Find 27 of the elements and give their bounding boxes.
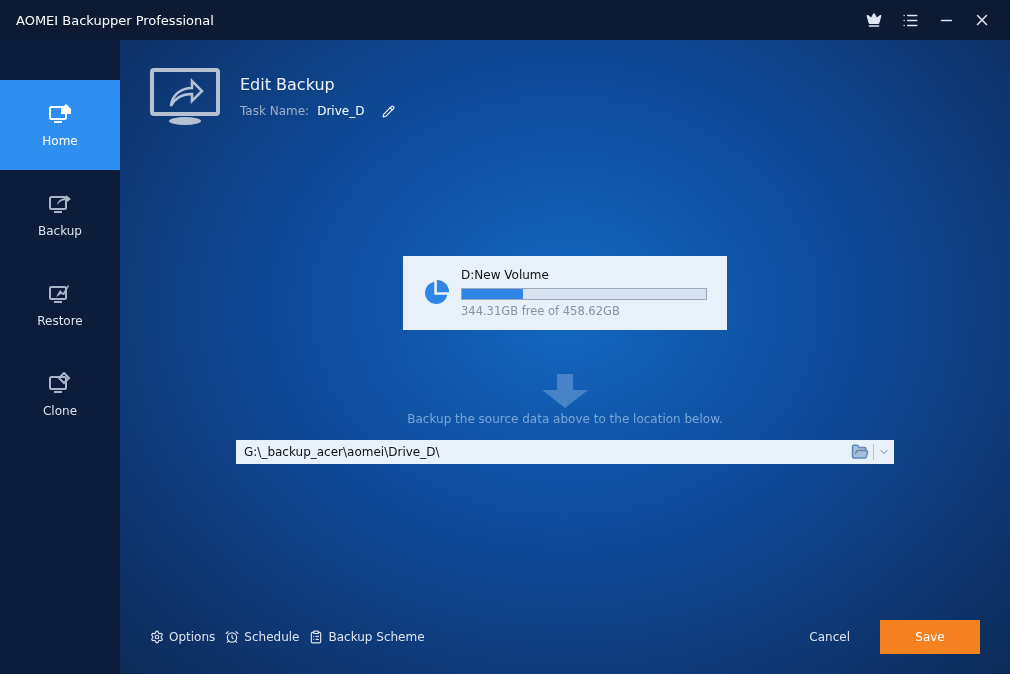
source-volume-card[interactable]: D:New Volume 344.31GB free of 458.62GB <box>403 256 727 330</box>
hint-text: Backup the source data above to the location below. <box>407 412 723 426</box>
clipboard-icon <box>309 630 324 644</box>
capacity-text: 344.31GB free of 458.62GB <box>461 304 621 318</box>
monitor-house-icon <box>48 102 72 126</box>
task-name-label: Task Name: <box>240 104 310 118</box>
sidebar-item[interactable]: Restore <box>0 260 120 350</box>
gear-icon <box>150 630 164 644</box>
options-link[interactable]: Options <box>150 630 216 644</box>
sidebar-item[interactable]: Clone <box>0 350 120 440</box>
pencil-icon[interactable] <box>382 104 396 118</box>
sidebar-item[interactable]: Backup <box>0 170 120 260</box>
scheme-link[interactable]: Backup Scheme <box>309 630 425 644</box>
destination-path-combo[interactable]: G:\_backup_acer\aomei\Drive_D\ <box>236 440 894 464</box>
monitor-arrow-icon <box>48 192 72 216</box>
alarm-clock-icon <box>225 630 240 644</box>
monitor-pen-icon <box>48 282 72 306</box>
task-name: Drive_D <box>317 104 365 118</box>
page-title: Edit Backup <box>240 75 336 94</box>
monitor-arrow-icon <box>150 68 222 126</box>
window-title: AOMEI Backupper Professional <box>16 12 215 28</box>
destination-path-field[interactable]: G:\_backup_acer\aomei\Drive_D\ <box>242 444 847 460</box>
schedule-link[interactable]: Schedule <box>225 630 300 644</box>
down-arrow-icon <box>542 374 588 408</box>
cancel-button[interactable]: Cancel <box>789 630 870 644</box>
monitor-diamond-icon <box>48 372 72 396</box>
volume-name: D:New Volume <box>461 268 550 282</box>
